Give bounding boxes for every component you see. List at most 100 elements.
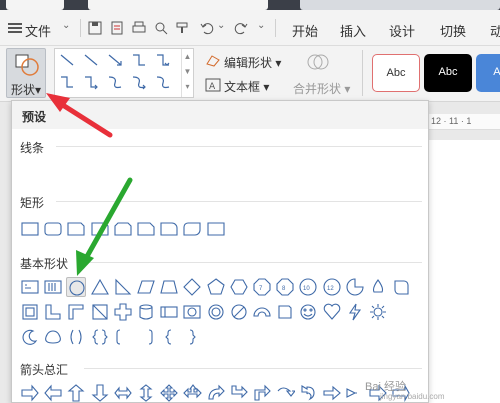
basic-shape[interactable] xyxy=(43,277,63,297)
tab-start[interactable]: 开始 xyxy=(292,21,318,40)
arrow-shape[interactable] xyxy=(275,383,296,403)
shape-button[interactable]: 形状▾ xyxy=(6,48,46,98)
basic-shape[interactable] xyxy=(206,302,226,322)
basic-shape[interactable] xyxy=(20,277,40,297)
basic-shape[interactable] xyxy=(322,302,342,322)
arrow-shape[interactable] xyxy=(66,383,86,403)
basic-shape[interactable] xyxy=(368,277,388,297)
arrow-shape[interactable] xyxy=(206,383,226,403)
rect-shape[interactable] xyxy=(43,219,63,239)
line-shape[interactable]: M3 4h7v12h7M5 2l-2 2 2 2M15 14l2 2-2 2 xyxy=(136,157,156,177)
basic-shape[interactable] xyxy=(136,277,156,297)
basic-shape[interactable] xyxy=(159,277,179,297)
rect-shape[interactable] xyxy=(113,219,133,239)
basic-shape[interactable] xyxy=(206,277,226,297)
tab-design[interactable]: 设计 xyxy=(389,21,415,40)
basic-shape[interactable] xyxy=(182,327,202,347)
basic-shape[interactable] xyxy=(182,302,202,322)
arrow-shape[interactable] xyxy=(252,383,272,403)
basic-shape[interactable] xyxy=(20,327,40,347)
basic-shape[interactable] xyxy=(275,302,295,322)
basic-shape[interactable]: 7 xyxy=(252,277,272,297)
basic-shape[interactable] xyxy=(90,277,110,297)
gallery-scroll[interactable]: ▲ ▼ ▾ xyxy=(181,49,193,97)
arrow-shape[interactable] xyxy=(136,383,156,403)
basic-shape[interactable] xyxy=(20,302,40,322)
line-shape[interactable]: M3 4q9 0 7 6t7 6M15 14l2 2-2 2 xyxy=(182,157,202,177)
line-shape[interactable]: M3 4h7v12h7M15 14l2 2 -2 2 xyxy=(113,157,133,177)
rect-shape[interactable] xyxy=(90,219,110,239)
oval-shape[interactable] xyxy=(66,277,87,297)
arrow-shape[interactable] xyxy=(113,383,133,403)
print-icon[interactable] xyxy=(132,21,146,35)
line-shape[interactable]: M4 14q0-9 7-9t5 6-10 4 xyxy=(275,157,295,177)
basic-shape[interactable] xyxy=(345,277,365,297)
arrow-shape[interactable] xyxy=(229,383,249,403)
basic-shape[interactable] xyxy=(113,277,133,297)
text-box-button[interactable]: 文本框 xyxy=(224,80,260,94)
rect-shape[interactable] xyxy=(136,219,156,239)
file-menu[interactable]: 文件 xyxy=(25,21,51,40)
preview-icon[interactable] xyxy=(154,21,168,35)
rect-shape[interactable] xyxy=(182,219,202,239)
arrow-shape[interactable] xyxy=(90,383,110,403)
export-pdf-icon[interactable] xyxy=(110,21,124,35)
basic-shape[interactable] xyxy=(43,302,63,322)
chevron-down-icon[interactable]: ⌄ xyxy=(62,20,70,31)
tab-insert[interactable]: 插入 xyxy=(340,21,366,40)
format-painter-icon[interactable] xyxy=(176,21,190,35)
arrow-shape[interactable] xyxy=(20,383,40,403)
document-tab[interactable] xyxy=(88,0,268,10)
rect-shape[interactable] xyxy=(20,219,40,239)
rect-shape[interactable] xyxy=(159,219,179,239)
basic-shape[interactable] xyxy=(229,302,249,322)
edit-shape-button[interactable]: 编辑形状 xyxy=(224,56,272,70)
line-shape[interactable]: M3 3l14 14M3 3l4 0M3 3l0 4M17 17l-4 0M17… xyxy=(66,157,86,177)
basic-shape[interactable] xyxy=(66,302,86,322)
tab-animation[interactable]: 动 xyxy=(490,21,500,40)
basic-shape[interactable] xyxy=(252,302,272,322)
basic-shape[interactable] xyxy=(159,327,179,347)
arrow-shape[interactable] xyxy=(159,383,179,403)
basic-shape[interactable] xyxy=(90,302,110,322)
basic-shape[interactable] xyxy=(345,302,365,322)
arrow-shape[interactable] xyxy=(298,383,318,403)
basic-shape[interactable] xyxy=(90,327,110,347)
basic-shape[interactable] xyxy=(368,302,388,322)
undo-icon[interactable] xyxy=(200,21,214,35)
basic-shape[interactable]: 10 xyxy=(298,277,318,297)
style-sample-2[interactable]: Abc xyxy=(424,54,472,92)
basic-shape[interactable] xyxy=(136,327,156,347)
basic-shape[interactable] xyxy=(298,302,318,322)
basic-shape[interactable] xyxy=(159,302,179,322)
merge-shape-button[interactable]: 合并形状 xyxy=(293,82,341,96)
line-shape[interactable]: M3 4q9 0 7 6t7 6 xyxy=(159,157,179,177)
save-icon[interactable] xyxy=(88,21,102,35)
home-tab-chip[interactable] xyxy=(6,0,64,10)
basic-shape[interactable] xyxy=(113,327,133,347)
hamburger-icon[interactable] xyxy=(8,23,22,34)
line-shape[interactable]: M4 8l6-5 6 6-4 7-8-2z xyxy=(252,157,272,177)
arrow-shape[interactable] xyxy=(43,383,63,403)
undo-dropdown-icon[interactable]: ⌄ xyxy=(217,20,225,31)
style-sample-3[interactable]: Ab xyxy=(476,54,500,92)
tab-transition[interactable]: 切换 xyxy=(440,21,466,40)
basic-shape[interactable] xyxy=(136,302,156,322)
basic-shape[interactable]: 8 xyxy=(275,277,295,297)
basic-shape[interactable] xyxy=(113,302,133,322)
basic-shape[interactable] xyxy=(182,277,202,297)
line-shape[interactable]: M3 3l14 14M17 17l-4 0M17 17l0 -4 xyxy=(43,157,63,177)
basic-shape[interactable] xyxy=(66,327,86,347)
basic-shape[interactable] xyxy=(391,277,411,297)
rect-shape[interactable] xyxy=(66,219,86,239)
line-shape[interactable]: M3 4q9 0 7 6t7 6M5 2l-2 2 2 2M15 14l2 2-… xyxy=(206,157,226,177)
slide-canvas[interactable] xyxy=(429,140,500,403)
redo-icon[interactable] xyxy=(234,21,248,35)
basic-shape[interactable]: 12 xyxy=(322,277,342,297)
document-tab-2[interactable] xyxy=(300,0,500,10)
shape-gallery[interactable]: ▲ ▼ ▾ xyxy=(54,48,194,98)
line-shape[interactable]: M3 4h7v12h7 xyxy=(90,157,110,177)
arrow-shape[interactable] xyxy=(182,383,203,403)
basic-shape[interactable] xyxy=(229,277,249,297)
arrow-shape[interactable] xyxy=(345,383,365,403)
